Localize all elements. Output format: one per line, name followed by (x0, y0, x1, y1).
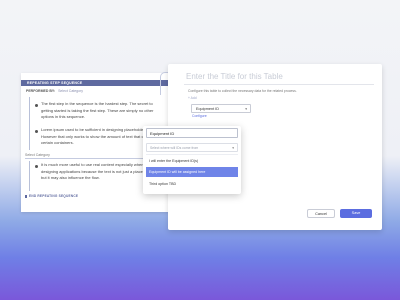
step-bullet (35, 104, 38, 107)
id-source-select[interactable]: Select where will IDs come from ▾ (146, 143, 238, 152)
select-placeholder: Select where will IDs come from (150, 146, 199, 150)
step-bullet (35, 165, 38, 168)
dropdown-option[interactable]: I will enter the Equipment ID(s) (146, 156, 238, 166)
save-button[interactable]: Save (340, 209, 372, 218)
end-sequence-text: END REPEATING SEQUENCE (29, 194, 79, 198)
dropdown-divider (146, 154, 238, 155)
performed-by-select[interactable]: Select Category (58, 89, 83, 93)
step-bullet (35, 130, 38, 133)
add-column-button[interactable]: + Add (188, 96, 197, 100)
title-underline (184, 84, 374, 85)
chevron-down-icon: ▾ (245, 107, 247, 111)
id-source-dropdown: Equipment ID Select where will IDs come … (143, 126, 241, 194)
column-equipment-id[interactable]: Equipment ID ▾ (191, 104, 251, 113)
category-separator-label[interactable]: Select Category (25, 153, 50, 157)
end-sequence-marker (25, 195, 27, 198)
chevron-down-icon: ▾ (232, 146, 234, 150)
modal-description: Configure this table to collect the nece… (188, 89, 297, 93)
sequence-guide-line (29, 97, 30, 150)
column-label: Equipment ID (196, 107, 220, 111)
table-title-input[interactable]: Enter the Title for this Table (186, 72, 366, 81)
performed-by-label: PERFORMED BY: (26, 89, 56, 93)
column-name-input[interactable]: Equipment ID (146, 128, 238, 138)
end-sequence-label: END REPEATING SEQUENCE (25, 194, 78, 198)
step-text: The first step in the sequence is the ha… (41, 101, 154, 119)
dropdown-option-highlighted[interactable]: Equipment ID will be assigned here (146, 167, 238, 177)
step-text: Lorem ipsum used to be sufficient in des… (41, 127, 157, 145)
configure-link[interactable]: Configure (192, 114, 207, 118)
sequence-guide-line (29, 161, 30, 191)
step-text: It is much more useful to use real conte… (41, 162, 154, 180)
performed-by-row: PERFORMED BY: Select Category (26, 89, 83, 93)
dropdown-option[interactable]: Third option TBD (146, 179, 238, 189)
cancel-button[interactable]: Cancel (307, 209, 335, 218)
